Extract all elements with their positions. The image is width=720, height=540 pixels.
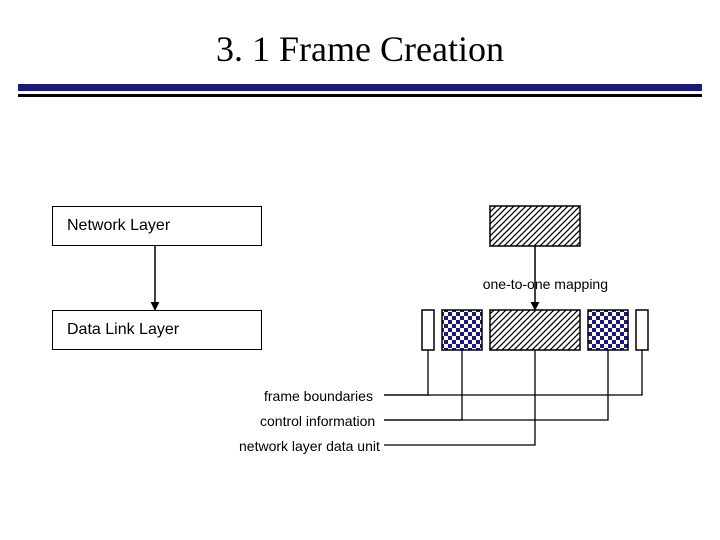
frame-control-left-icon (442, 310, 482, 350)
leader-control-right (384, 350, 608, 420)
frame-payload-icon (490, 310, 580, 350)
leader-nldu (384, 350, 535, 445)
network-layer-label: Network Layer (67, 217, 170, 235)
frame-flag-right-icon (636, 310, 648, 350)
frame-control-right-icon (588, 310, 628, 350)
one-to-one-mapping-label: one-to-one mapping (483, 276, 608, 292)
page-title: 3. 1 Frame Creation (0, 28, 720, 70)
frame-boundaries-label: frame boundaries (264, 388, 373, 404)
control-information-label: control information (260, 413, 375, 429)
data-link-layer-box: Data Link Layer (52, 310, 262, 350)
data-link-layer-label: Data Link Layer (67, 321, 179, 339)
nldu-label: network layer data unit (239, 438, 380, 454)
packet-upper-icon (490, 206, 580, 246)
leader-frame-boundaries-right (384, 350, 642, 395)
network-layer-box: Network Layer (52, 206, 262, 246)
frame-flag-left-icon (422, 310, 434, 350)
diagram-svg (0, 0, 720, 540)
leader-frame-boundaries-left (384, 350, 428, 395)
title-rule (18, 84, 702, 97)
leader-control-left (384, 350, 462, 420)
